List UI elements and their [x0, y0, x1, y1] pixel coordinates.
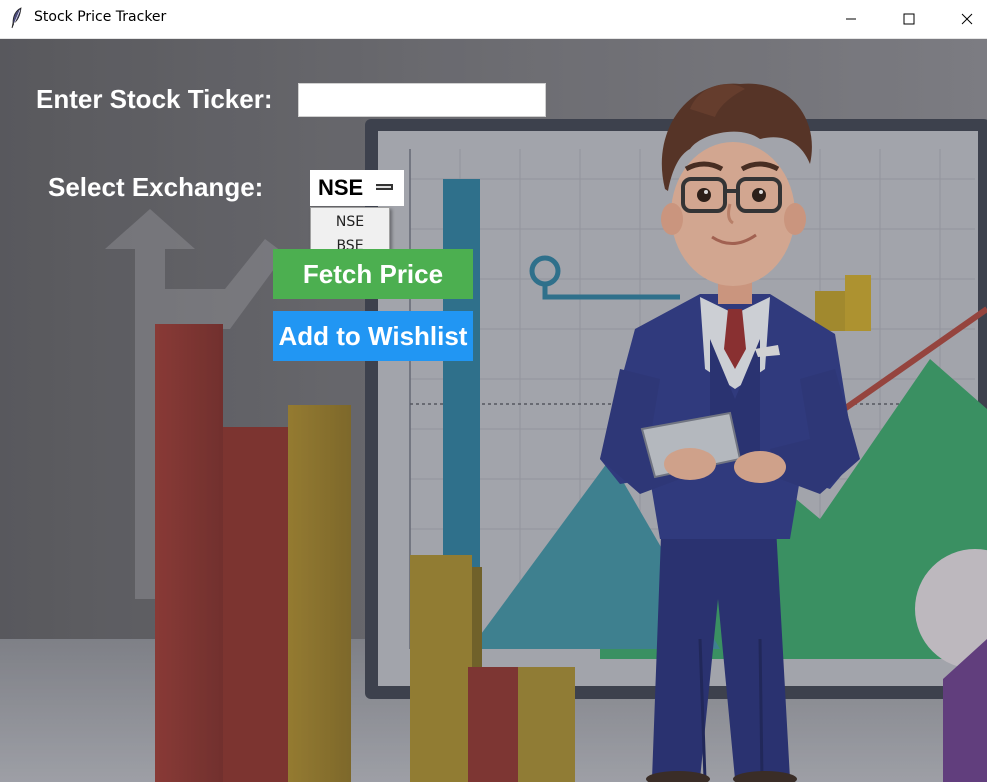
maximize-icon [903, 13, 915, 25]
exchange-select[interactable]: NSE [310, 170, 404, 206]
option-menu-indicator-icon [376, 184, 393, 190]
ticker-label: Enter Stock Ticker: [36, 84, 273, 114]
maximize-button[interactable] [880, 0, 938, 38]
close-button[interactable] [938, 0, 987, 38]
background-illustration [0, 39, 987, 782]
title-bar: Stock Price Tracker [0, 0, 987, 39]
exchange-option-nse[interactable]: NSE [311, 210, 389, 234]
add-to-wishlist-button[interactable]: Add to Wishlist [273, 311, 473, 361]
fetch-price-button[interactable]: Fetch Price [273, 249, 473, 299]
ticker-input[interactable] [298, 83, 546, 117]
exchange-selected-value: NSE [318, 175, 364, 200]
window-title: Stock Price Tracker [34, 9, 167, 25]
app-canvas: Enter Stock Ticker: Select Exchange: NSE… [0, 39, 987, 782]
close-icon [961, 13, 973, 25]
feather-icon [11, 7, 22, 29]
exchange-label: Select Exchange: [48, 172, 264, 202]
minimize-button[interactable] [822, 0, 880, 38]
minimize-icon [846, 18, 856, 20]
